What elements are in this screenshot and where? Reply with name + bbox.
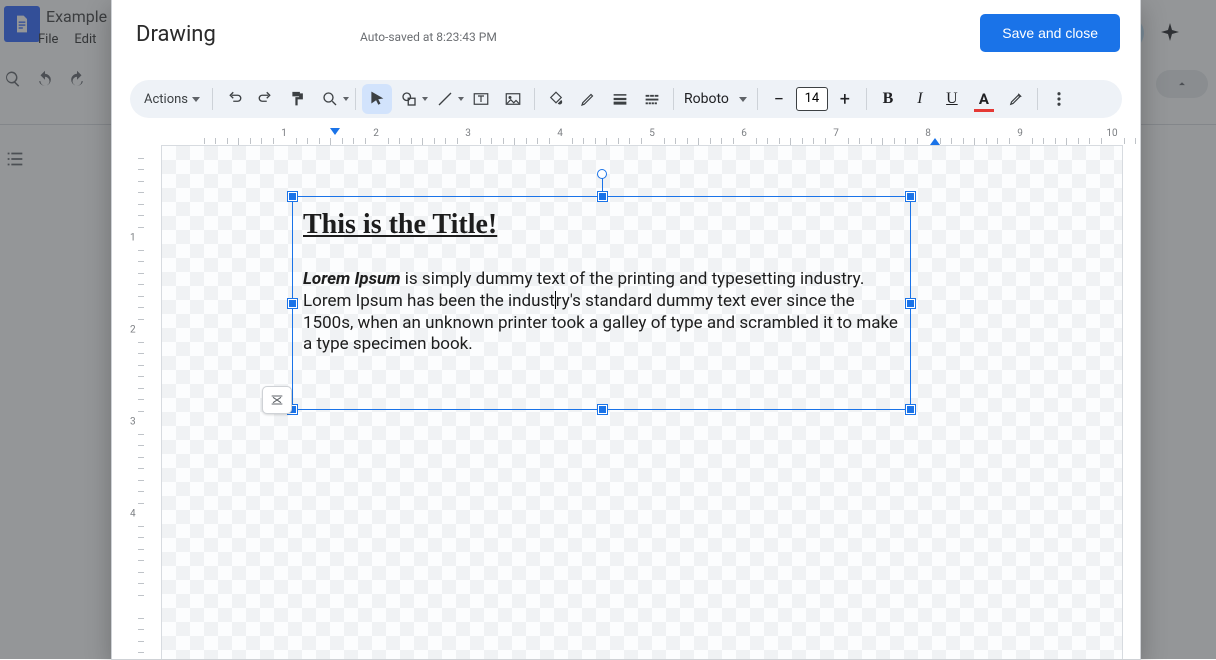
rotate-handle[interactable]: [597, 169, 607, 179]
text-wrapping-button[interactable]: [262, 386, 292, 414]
line-tool[interactable]: [430, 84, 460, 114]
textbox-content[interactable]: This is the Title! Lorem Ipsum is simply…: [303, 209, 900, 356]
border-weight-button[interactable]: [605, 84, 635, 114]
shape-tool[interactable]: [394, 84, 424, 114]
separator: [866, 88, 867, 110]
vertical-ruler: 1234: [130, 146, 146, 659]
font-selector[interactable]: Roboto: [680, 91, 751, 107]
zoom-caret-icon[interactable]: [343, 97, 349, 101]
paint-format-button[interactable]: [283, 84, 313, 114]
separator: [212, 88, 213, 110]
drawing-toolbar: Actions Roboto − 14 + B I U A: [130, 80, 1122, 118]
body-lead: Lorem Ipsum: [303, 269, 401, 289]
fill-color-button[interactable]: [541, 84, 571, 114]
separator: [1037, 88, 1038, 110]
save-and-close-button[interactable]: Save and close: [980, 14, 1120, 52]
separator: [534, 88, 535, 110]
separator: [673, 88, 674, 110]
more-options-button[interactable]: [1044, 84, 1074, 114]
border-dash-button[interactable]: [637, 84, 667, 114]
separator: [757, 88, 758, 110]
resize-handle-s[interactable]: [598, 405, 607, 414]
redo-button[interactable]: [251, 84, 281, 114]
resize-handle-ne[interactable]: [906, 192, 915, 201]
resize-handle-se[interactable]: [906, 405, 915, 414]
drawing-canvas[interactable]: This is the Title! Lorem Ipsum is simply…: [162, 146, 1122, 659]
textbox-tool[interactable]: [466, 84, 496, 114]
resize-handle-e[interactable]: [906, 299, 915, 308]
line-caret-icon[interactable]: [458, 97, 464, 101]
resize-handle-nw[interactable]: [288, 192, 297, 201]
first-line-indent-marker[interactable]: [330, 128, 340, 135]
font-size-input[interactable]: 14: [796, 87, 828, 111]
select-tool[interactable]: [362, 84, 392, 114]
horizontal-ruler: 12345678910: [162, 130, 1122, 146]
resize-handle-w[interactable]: [288, 299, 297, 308]
increase-font-size[interactable]: +: [830, 84, 860, 114]
highlight-button[interactable]: [1001, 84, 1031, 114]
separator: [355, 88, 356, 110]
image-tool[interactable]: [498, 84, 528, 114]
font-label: Roboto: [684, 91, 729, 107]
autosave-status: Auto-saved at 8:23:43 PM: [360, 30, 497, 44]
italic-button[interactable]: I: [905, 84, 935, 114]
dialog-header: Drawing Auto-saved at 8:23:43 PM Save an…: [112, 0, 1140, 68]
textbox-title: This is the Title!: [303, 209, 900, 241]
right-indent-marker[interactable]: [930, 138, 940, 145]
selected-textbox[interactable]: This is the Title! Lorem Ipsum is simply…: [292, 196, 911, 410]
resize-handle-n[interactable]: [598, 192, 607, 201]
dropdown-caret-icon: [192, 97, 200, 102]
decrease-font-size[interactable]: −: [764, 84, 794, 114]
border-color-button[interactable]: [573, 84, 603, 114]
undo-button[interactable]: [219, 84, 249, 114]
actions-label: Actions: [144, 92, 188, 107]
shape-caret-icon[interactable]: [422, 97, 428, 101]
actions-menu[interactable]: Actions: [138, 92, 206, 107]
bold-button[interactable]: B: [873, 84, 903, 114]
dialog-title: Drawing: [136, 22, 216, 47]
zoom-button[interactable]: [315, 84, 345, 114]
underline-button[interactable]: U: [937, 84, 967, 114]
font-caret-icon: [739, 97, 747, 102]
textbox-body: Lorem Ipsum is simply dummy text of the …: [303, 269, 900, 356]
text-color-button[interactable]: A: [969, 84, 999, 114]
drawing-dialog: Drawing Auto-saved at 8:23:43 PM Save an…: [111, 0, 1141, 660]
